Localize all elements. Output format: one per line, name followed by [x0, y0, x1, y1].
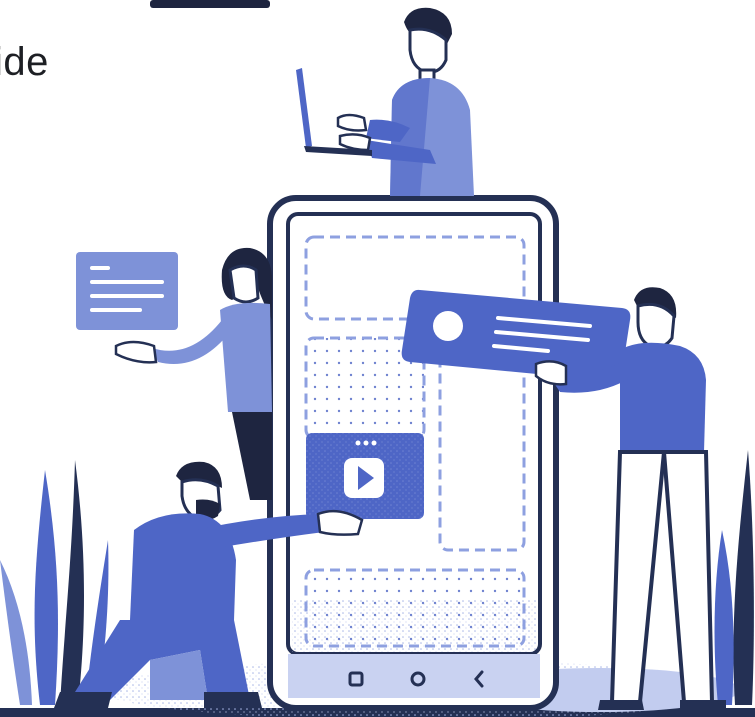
man-with-laptop: [296, 7, 474, 196]
placeholder-bottom-card: [304, 568, 526, 648]
top-cropped-shapes: [150, 0, 270, 8]
chat-bubble: [76, 252, 178, 330]
illustration-scene: [0, 0, 755, 717]
video-card[interactable]: [306, 433, 424, 519]
avatar-circle-icon: [433, 311, 463, 341]
right-plant: [714, 450, 754, 705]
